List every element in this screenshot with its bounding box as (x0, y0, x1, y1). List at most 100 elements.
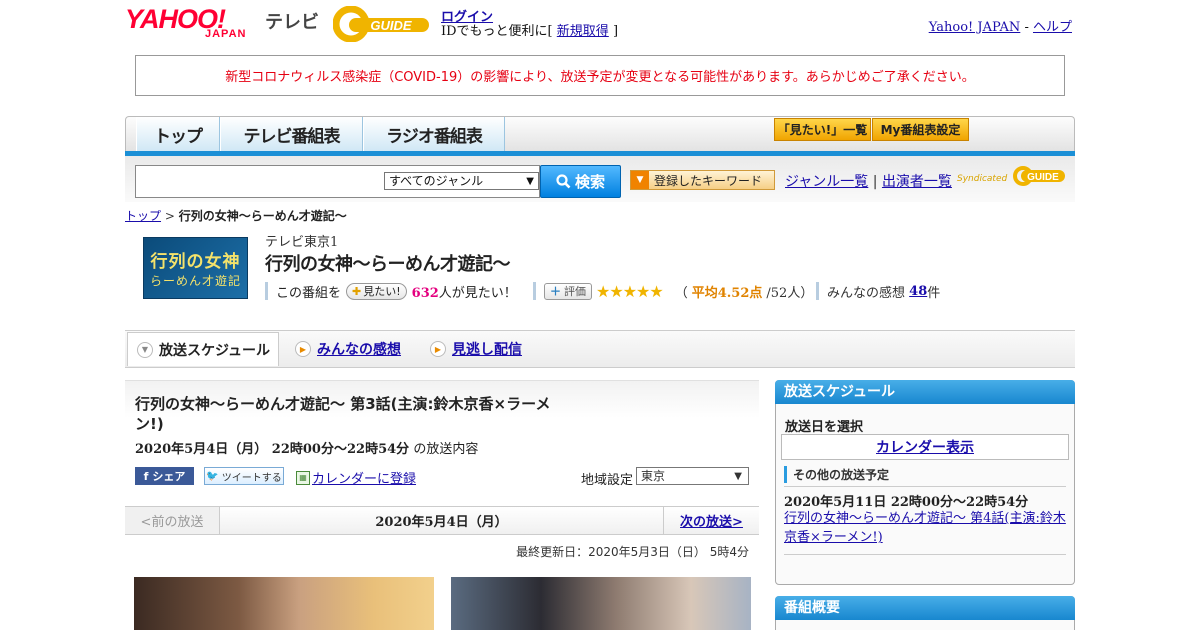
syndicated-gguide-text: GUIDE (1027, 172, 1059, 183)
calendar-display-button[interactable]: カレンダー表示 (781, 434, 1069, 460)
select-date-label: 放送日を選択 (785, 420, 864, 435)
breadcrumb-current: 行列の女神～らーめん才遊記～ (178, 209, 347, 223)
tab-schedule-label: 放送スケジュール (159, 342, 271, 359)
genre-select[interactable]: すべてのジャンル ▼ (384, 172, 539, 190)
episode-date-suffix: の放送内容 (413, 442, 479, 457)
login-prefix: IDでもっと便利に[ (441, 24, 553, 39)
tweet-button[interactable]: 🐦 ツイートする (204, 467, 284, 485)
tab-impressions[interactable]: ▶ みんなの感想 (295, 332, 401, 366)
registered-keyword-button[interactable]: ▼ 登録したキーワード (630, 170, 775, 190)
yahoo-japan-mark: JAPAN (205, 28, 247, 40)
dropdown-arrow-icon: ▼ (526, 176, 534, 187)
calendar-register-link[interactable]: カレンダーに登録 (312, 468, 416, 487)
tv-label: テレビ (265, 12, 319, 33)
syndicated-gguide-logo: Syndicated GUIDE (957, 166, 1065, 186)
breadcrumb-top[interactable]: トップ (125, 209, 161, 223)
sidebar-schedule-heading: 放送スケジュール (775, 380, 1075, 404)
calendar-icon: ▦ (296, 470, 310, 485)
other-broadcasts-label: その他の放送予定 (784, 466, 889, 483)
tweet-label: ツイートする (221, 472, 282, 484)
divider (784, 554, 1066, 555)
main-nav: トップ テレビ番組表 ラジオ番組表 「見たい!」一覧 My番組表設定 (125, 116, 1075, 152)
episode-date: 2020年5月4日（月） 22時00分～22時54分 (135, 442, 410, 457)
rating-row: ＋評価 ★★★★★ （平均4.52点/52人） (533, 281, 814, 301)
tab-impressions-label: みんなの感想 (317, 342, 401, 358)
want-suffix: 人が見たい！ (438, 285, 517, 301)
play-arrow-icon: ▶ (295, 341, 311, 357)
calendar-register[interactable]: ▦ カレンダーに登録 (296, 468, 416, 487)
impressions-unit: 件 (927, 285, 941, 301)
rate-button-label: 評価 (564, 285, 586, 298)
search-links: ジャンル一覧 | 出演者一覧 (785, 174, 952, 190)
plus-icon: ＋ (550, 285, 561, 298)
episode-photo (451, 577, 751, 630)
nav-tab-tv-schedule[interactable]: テレビ番組表 (220, 117, 363, 152)
rating-open: （ (674, 285, 688, 301)
calendar-display-link: カレンダー表示 (876, 440, 974, 456)
star-rating-icon: ★★★★★ (596, 281, 664, 301)
tab-streaming-label: 見逃し配信 (452, 342, 522, 358)
rating-average: 平均4.52点 (691, 285, 763, 301)
sidebar-overview-heading: 番組概要 (775, 596, 1075, 620)
region-label: 地域設定 (581, 473, 634, 488)
previous-broadcast-button[interactable]: <前の放送 (125, 507, 220, 534)
last-updated: 最終更新日：2020年5月3日（日） 5時4分 (516, 545, 749, 559)
yahoo-japan-link[interactable]: Yahoo! JAPAN (929, 20, 1021, 35)
episode-photo (134, 577, 434, 630)
triangle-down-icon: ▼ (137, 341, 153, 358)
program-title: 行列の女神～らーめん才遊記～ (265, 254, 511, 275)
episode-airtime: 2020年5月4日（月） 22時00分～22時54分 の放送内容 (135, 438, 478, 457)
want-to-watch-row: この番組を ✚ 見たい! 632人が見たい！ (265, 282, 517, 301)
impressions-count-link[interactable]: 48 (909, 284, 927, 299)
plus-icon: ✚ (352, 284, 362, 298)
rate-button[interactable]: ＋評価 (544, 282, 592, 300)
breadcrumb-sep: > (164, 209, 175, 223)
impressions-label: みんなの感想 (827, 285, 906, 301)
thumbnail-line1: 行列の女神 (150, 252, 241, 272)
gguide-logo[interactable]: GUIDE (333, 6, 433, 42)
nav-tab-top[interactable]: トップ (136, 117, 220, 152)
nav-tab-radio-schedule[interactable]: ラジオ番組表 (363, 117, 505, 152)
genre-select-value: すべてのジャンル (389, 174, 484, 188)
want-to-watch-button[interactable]: ✚ 見たい! (346, 282, 407, 300)
performer-list-link[interactable]: 出演者一覧 (882, 174, 952, 190)
dropdown-arrow-icon: ▼ (734, 471, 742, 482)
impressions-row: みんなの感想 48 件 (816, 282, 941, 301)
search-button-label: 検索 (574, 173, 605, 191)
pager-date: 2020年5月4日（月） (375, 515, 508, 530)
top-links: Yahoo! JAPAN - ヘルプ (928, 20, 1072, 35)
syndicated-text: Syndicated (957, 174, 1007, 184)
signup-link[interactable]: 新規取得 (557, 24, 609, 39)
tab-streaming[interactable]: ▶ 見逃し配信 (430, 332, 522, 366)
other-broadcast-link[interactable]: 行列の女神～らーめん才遊記～ 第4話(主演:鈴木京香×ラーメン!) (784, 509, 1069, 547)
play-arrow-icon: ▶ (430, 341, 446, 357)
facebook-share-button[interactable]: f シェア (135, 467, 194, 485)
search-icon (556, 174, 571, 189)
my-schedule-button[interactable]: My番組表設定 (872, 118, 969, 141)
login-suffix: ] (612, 24, 619, 39)
region-select-value: 東京 (641, 469, 666, 483)
program-thumbnail: 行列の女神 らーめん才遊記 (143, 237, 248, 299)
next-broadcast-button[interactable]: 次の放送> (663, 507, 759, 534)
search-button[interactable]: 検索 (540, 165, 621, 198)
breadcrumb: トップ > 行列の女神～らーめん才遊記～ (125, 207, 347, 224)
tab-broadcast-schedule[interactable]: ▼ 放送スケジュール (127, 332, 279, 366)
help-link[interactable]: ヘルプ (1033, 20, 1072, 35)
facebook-share-label: シェア (152, 470, 186, 483)
gguide-text: GUIDE (370, 18, 412, 33)
covid-notice: 新型コロナウィルス感染症（COVID-19）の影響により、放送予定が変更となる可… (135, 55, 1065, 96)
want-button-label: 見たい! (363, 285, 401, 298)
dropdown-triangle-icon: ▼ (631, 171, 649, 189)
facebook-icon: f (143, 469, 149, 483)
login-promo: IDでもっと便利に[ 新規取得 ] (441, 20, 618, 39)
region-select[interactable]: 東京 ▼ (636, 467, 749, 485)
thumbnail-line2: らーめん才遊記 (149, 274, 241, 288)
want-prefix: この番組を (276, 285, 342, 301)
rating-count: /52人） (766, 285, 814, 301)
channel-name: テレビ東京1 (265, 235, 339, 250)
twitter-bird-icon: 🐦 (206, 470, 219, 482)
registered-keyword-label: 登録したキーワード (654, 173, 763, 188)
genre-list-link[interactable]: ジャンル一覧 (785, 174, 868, 190)
want-list-button[interactable]: 「見たい!」一覧 (774, 118, 871, 141)
next-broadcast-link[interactable]: 次の放送> (680, 511, 743, 530)
